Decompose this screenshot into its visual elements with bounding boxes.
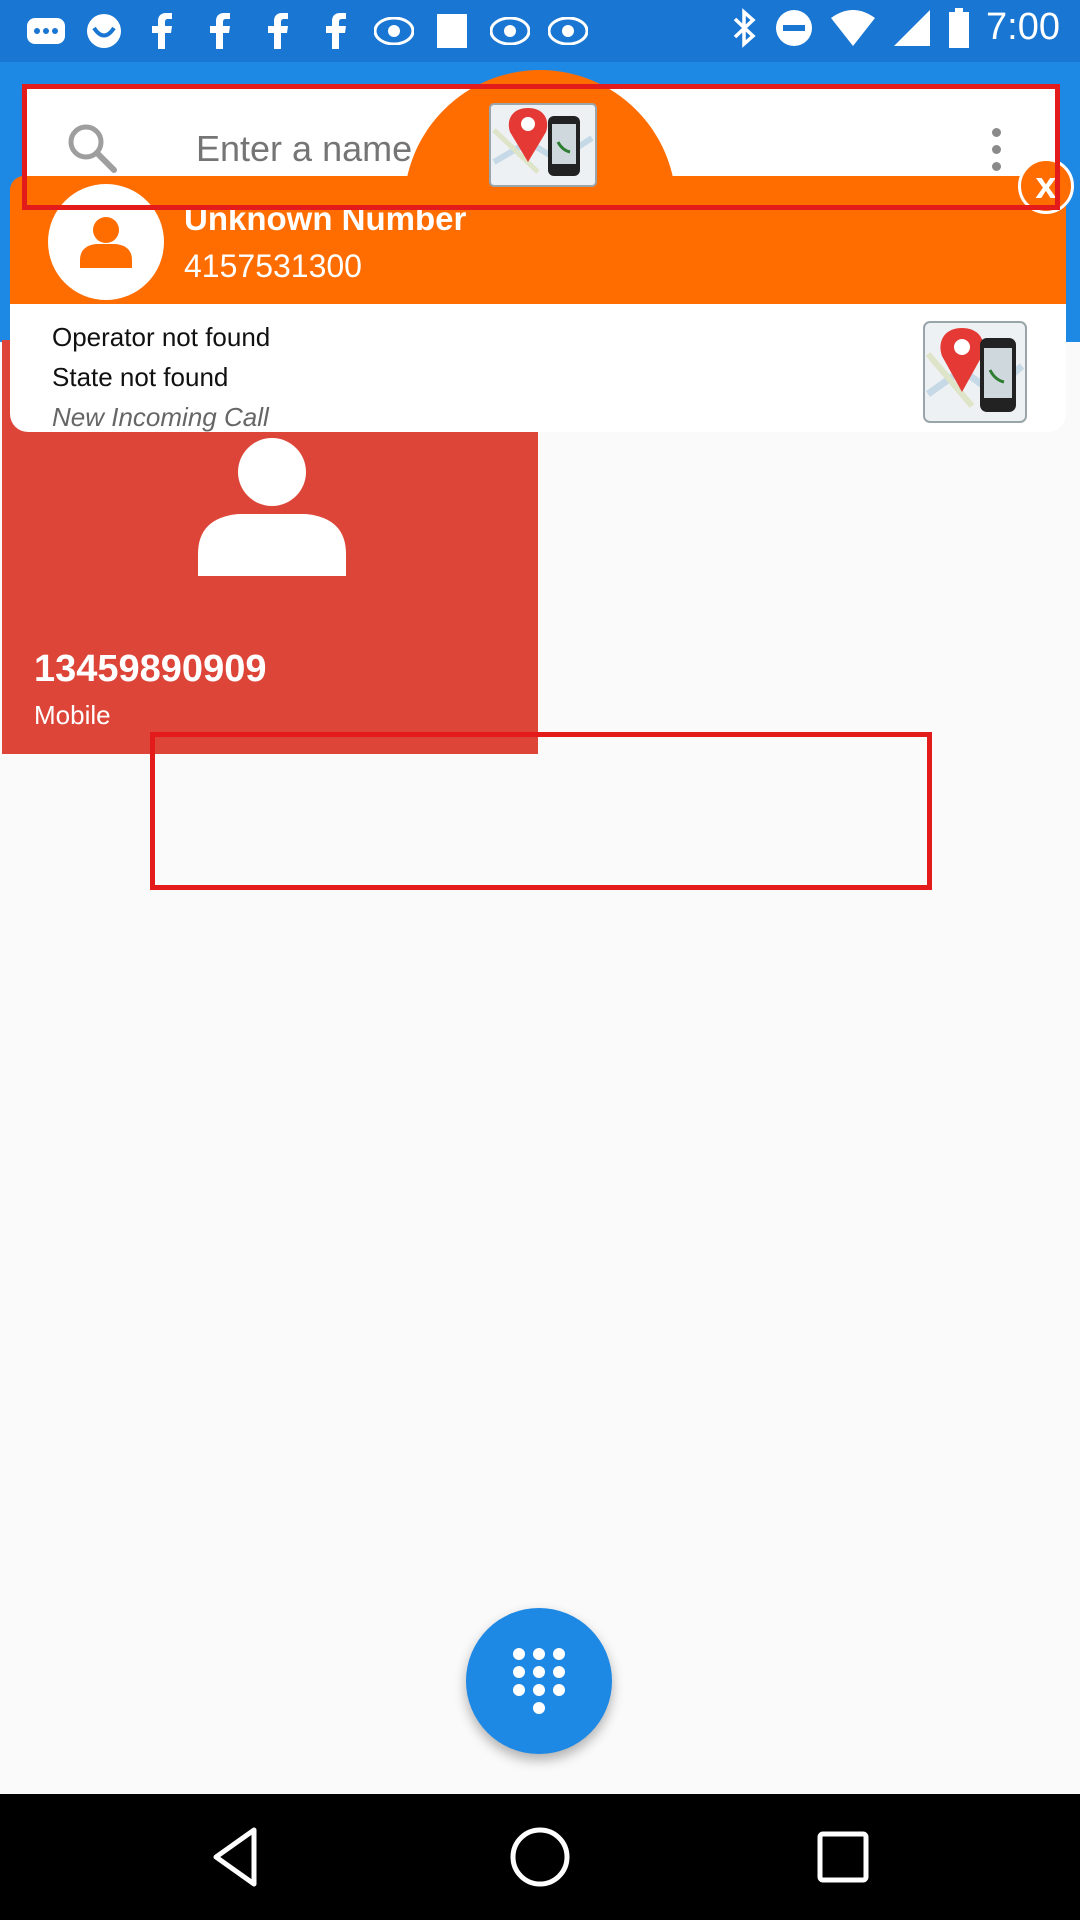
caller-number: 4157531300 (184, 248, 362, 284)
navigation-bar (0, 1794, 1080, 1920)
abc13-icon (488, 14, 532, 48)
highlight-box (150, 732, 932, 890)
status-bar: 7:00 (0, 0, 1080, 62)
facebook-icon (314, 13, 358, 49)
app-icon (82, 14, 126, 48)
notification-icons (24, 10, 590, 52)
state-text: State not found (52, 362, 229, 392)
abc13-icon (546, 14, 590, 48)
square-icon (430, 14, 474, 48)
system-icons: 7:00 (732, 6, 1060, 49)
facebook-icon (256, 13, 300, 49)
dialpad-button[interactable] (466, 1608, 612, 1754)
map-phone-logo-icon (923, 321, 1027, 423)
back-icon[interactable] (202, 1822, 272, 1892)
messages-icon (24, 14, 68, 48)
signal-icon (894, 9, 931, 46)
facebook-icon (198, 13, 242, 49)
recents-icon[interactable] (808, 1822, 878, 1892)
home-icon[interactable] (505, 1822, 575, 1892)
battery-icon (949, 7, 970, 48)
person-icon (80, 217, 132, 268)
wifi-icon (831, 9, 876, 46)
person-icon (198, 438, 346, 576)
facebook-icon (140, 13, 184, 49)
operator-text: Operator not found (52, 322, 271, 352)
call-status-text: New Incoming Call (52, 402, 269, 432)
highlight-box (22, 84, 1060, 210)
abc13-icon (372, 14, 416, 48)
dnd-icon (776, 9, 813, 46)
contact-type: Mobile (34, 700, 111, 730)
bluetooth-icon (733, 7, 756, 48)
contact-number: 13459890909 (34, 648, 267, 690)
dialpad-icon (513, 1648, 565, 1714)
clock: 7:00 (986, 6, 1060, 48)
